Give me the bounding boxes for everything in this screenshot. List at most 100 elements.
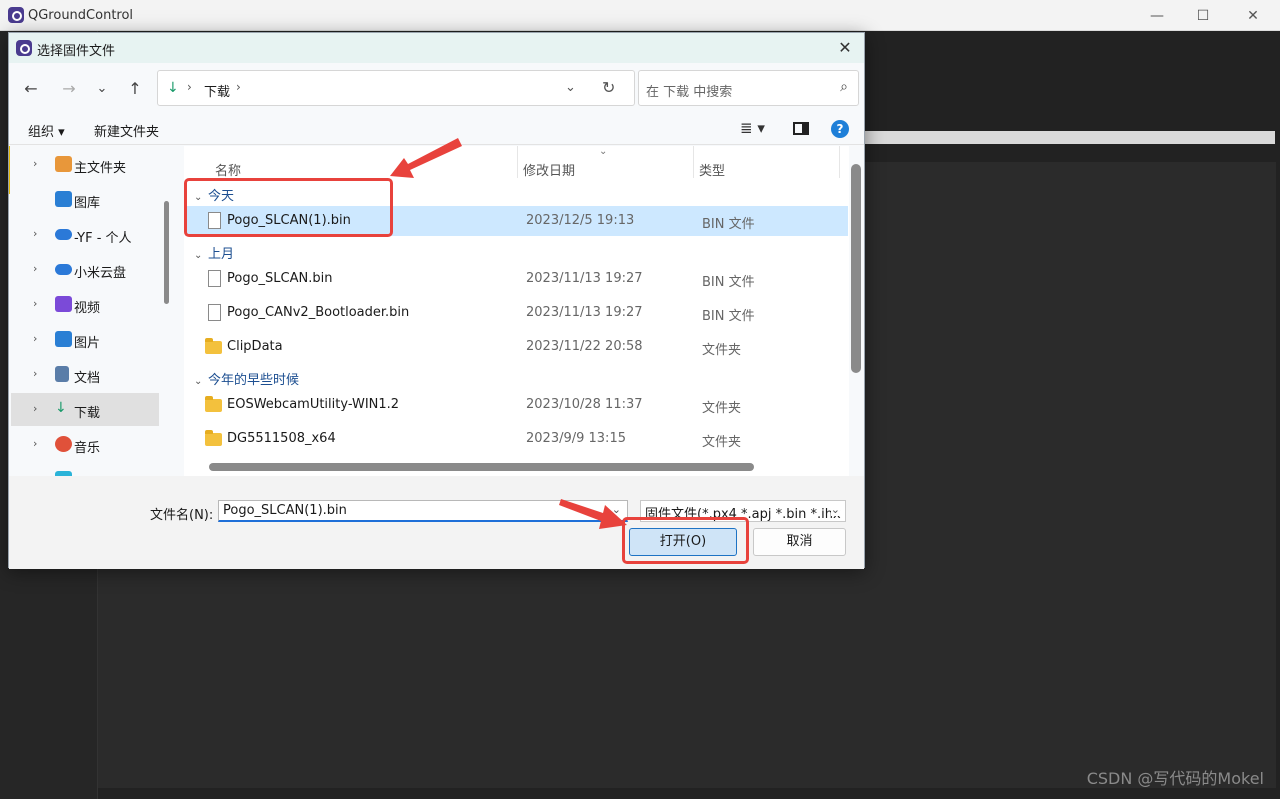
column-header-name[interactable]: 名称 <box>215 160 241 179</box>
group-label: 上月 <box>208 247 235 262</box>
sidebar-item-label: 下载 <box>74 406 101 421</box>
maximize-button[interactable]: ☐ <box>1180 0 1226 31</box>
organize-button[interactable]: 组织 ▾ <box>28 121 65 140</box>
sidebar-item-documents[interactable]: › 文档 <box>11 358 159 391</box>
horizontal-scrollbar[interactable] <box>209 463 754 471</box>
up-arrow-icon[interactable]: ↑ <box>123 77 147 101</box>
folder-row[interactable]: EOSWebcamUtility-WIN1.2 2023/10/28 11:37… <box>185 390 848 420</box>
file-date: 2023/11/13 19:27 <box>526 271 643 286</box>
navigation-pane: › 主文件夹 图库 › -YF - 个人 › 小米云盘 › 视频 › 图片 › … <box>9 146 177 476</box>
chevron-right-icon[interactable]: › <box>33 227 37 240</box>
downloads-icon: ↓ <box>55 400 67 416</box>
app-title: QGroundControl <box>28 8 134 23</box>
file-type: BIN 文件 <box>702 275 755 290</box>
recent-locations-icon[interactable]: ⌄ <box>90 77 114 101</box>
dialog-titlebar: 选择固件文件 ✕ <box>9 33 864 63</box>
file-name: EOSWebcamUtility-WIN1.2 <box>227 397 400 412</box>
onedrive-icon <box>55 229 72 240</box>
sidebar-item-label: 图库 <box>74 196 101 211</box>
breadcrumb-separator-icon[interactable]: › <box>187 80 192 94</box>
file-type: BIN 文件 <box>702 309 755 324</box>
column-header-type[interactable]: 类型 <box>699 160 725 179</box>
chevron-down-icon[interactable]: ⌄ <box>194 376 208 387</box>
sort-indicator-icon: ⌄ <box>599 146 608 157</box>
file-type: BIN 文件 <box>702 217 755 232</box>
chevron-right-icon[interactable]: › <box>33 402 37 415</box>
search-box[interactable]: 在 下载 中搜索 ⌕ <box>638 70 859 106</box>
breadcrumb-downloads[interactable]: 下载 <box>204 81 230 100</box>
watermark: CSDN @写代码的Mokel <box>1086 769 1264 788</box>
app-close-button[interactable]: ✕ <box>1230 0 1276 31</box>
sidebar-scrollbar[interactable] <box>164 201 169 304</box>
folder-icon <box>205 396 222 412</box>
filename-value[interactable]: Pogo_SLCAN(1).bin <box>223 503 347 518</box>
sidebar-item-home[interactable]: › 主文件夹 <box>11 148 159 181</box>
filename-label: 文件名(N): <box>150 508 214 523</box>
sidebar-item-gallery[interactable]: 图库 <box>11 183 159 216</box>
sidebar-item-mi-cloud[interactable]: › 小米云盘 <box>11 253 159 286</box>
sidebar-item-onedrive[interactable]: › -YF - 个人 <box>11 218 159 251</box>
sidebar-item-videos[interactable]: › 视频 <box>11 288 159 321</box>
file-name: Pogo_CANv2_Bootloader.bin <box>227 305 410 320</box>
chevron-down-icon[interactable]: ⌄ <box>830 503 840 516</box>
file-row[interactable]: Pogo_CANv2_Bootloader.bin 2023/11/13 19:… <box>185 298 848 328</box>
file-type: 文件夹 <box>702 435 742 450</box>
folder-icon <box>205 430 222 446</box>
file-type: 文件夹 <box>702 401 742 416</box>
forward-arrow-icon[interactable]: → <box>57 77 81 101</box>
breadcrumb-separator-icon[interactable]: › <box>236 80 241 94</box>
chevron-down-icon[interactable]: ⌄ <box>194 250 208 261</box>
help-icon[interactable]: ? <box>831 120 849 138</box>
group-header-earlier-this-year[interactable]: ⌄ 今年的早些时候 <box>194 369 299 388</box>
address-bar[interactable]: ↓ › 下载 › ⌄ ↻ <box>157 70 635 106</box>
app-progress-band <box>860 131 1275 144</box>
search-input[interactable]: 在 下载 中搜索 <box>646 81 732 100</box>
chevron-down-icon[interactable]: ⌄ <box>565 80 576 95</box>
file-date: 2023/11/22 20:58 <box>526 339 643 354</box>
new-folder-button[interactable]: 新建文件夹 <box>94 121 159 140</box>
annotation-arrow-icon <box>390 138 462 178</box>
chevron-right-icon[interactable]: › <box>33 367 37 380</box>
preview-pane-icon[interactable] <box>793 122 809 135</box>
column-header-modified[interactable]: 修改日期 <box>523 160 575 179</box>
sidebar-item-downloads[interactable]: › ↓ 下载 <box>11 393 159 426</box>
sidebar-item-pictures[interactable]: › 图片 <box>11 323 159 356</box>
chevron-right-icon[interactable]: › <box>33 262 37 275</box>
search-icon[interactable]: ⌕ <box>840 79 848 95</box>
cancel-button[interactable]: 取消 <box>753 528 846 556</box>
sidebar-item-desktop[interactable]: › 桌面 <box>11 463 159 476</box>
annotation-highlight-box <box>184 178 393 237</box>
vertical-scrollbar[interactable] <box>851 164 861 373</box>
refresh-icon[interactable]: ↻ <box>602 78 615 97</box>
back-arrow-icon[interactable]: ← <box>19 77 43 101</box>
column-divider[interactable] <box>693 146 694 178</box>
dialog-close-button[interactable]: ✕ <box>834 37 856 59</box>
file-open-dialog: 选择固件文件 ✕ ← → ⌄ ↑ ↓ › 下载 › ⌄ ↻ 在 下载 中搜索 ⌕… <box>8 32 865 569</box>
sidebar-item-label: 图片 <box>74 336 101 351</box>
file-date: 2023/9/9 13:15 <box>526 431 626 446</box>
file-name: ClipData <box>227 339 283 354</box>
chevron-right-icon[interactable]: › <box>33 332 37 345</box>
qgroundcontrol-logo-icon <box>8 7 24 23</box>
chevron-right-icon[interactable]: › <box>33 297 37 310</box>
file-date: 2023/11/13 19:27 <box>526 305 643 320</box>
annotation-arrow-icon <box>559 499 627 529</box>
chevron-right-icon[interactable]: › <box>33 157 37 170</box>
sidebar-item-label: 视频 <box>74 301 101 316</box>
minimize-button[interactable]: — <box>1134 0 1180 31</box>
chevron-right-icon[interactable]: › <box>33 437 37 450</box>
home-icon <box>55 156 72 172</box>
column-divider[interactable] <box>839 146 840 178</box>
sidebar-item-music[interactable]: › 音乐 <box>11 428 159 461</box>
file-date: 2023/12/5 19:13 <box>526 213 635 228</box>
folder-row[interactable]: ClipData 2023/11/22 20:58 文件夹 <box>185 332 848 362</box>
column-divider[interactable] <box>517 146 518 178</box>
documents-icon <box>55 366 69 382</box>
dialog-title: 选择固件文件 <box>37 44 116 59</box>
group-header-last-month[interactable]: ⌄ 上月 <box>194 243 234 262</box>
file-icon <box>208 270 221 287</box>
view-options-icon[interactable]: ≣ ▾ <box>740 119 765 137</box>
video-icon <box>55 296 72 312</box>
file-row[interactable]: Pogo_SLCAN.bin 2023/11/13 19:27 BIN 文件 <box>185 264 848 294</box>
folder-row[interactable]: DG5511508_x64 2023/9/9 13:15 文件夹 <box>185 424 848 454</box>
